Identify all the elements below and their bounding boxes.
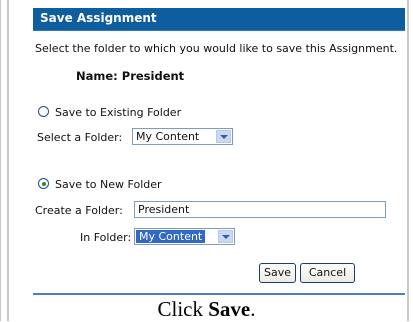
select-folder-value: My Content	[136, 130, 200, 143]
save-to-existing-radio[interactable]	[38, 106, 49, 117]
instruction-caption: Click Save.	[0, 297, 413, 322]
select-folder-label: Select a Folder:	[37, 131, 123, 144]
assignment-name: Name: President	[76, 69, 185, 83]
in-folder-label: In Folder:	[80, 231, 132, 244]
left-frame-inner	[7, 0, 9, 321]
save-to-new-label[interactable]: Save to New Folder	[55, 178, 162, 191]
caption-suffix: .	[250, 297, 256, 321]
caption-bold: Save	[208, 297, 251, 321]
in-folder-dropdown[interactable]: My Content	[134, 228, 235, 245]
chevron-down-icon[interactable]	[216, 130, 231, 143]
dialog-titlebar: Save Assignment	[33, 8, 405, 31]
cancel-button[interactable]: Cancel	[300, 263, 355, 283]
left-frame-outer	[0, 0, 1, 321]
caption-prefix: Click	[157, 297, 209, 321]
select-folder-dropdown[interactable]: My Content	[132, 128, 233, 145]
create-folder-label: Create a Folder:	[35, 204, 123, 217]
dialog-title: Save Assignment	[40, 11, 157, 25]
save-to-new-radio[interactable]	[38, 178, 49, 189]
instruction-text: Select the folder to which you would lik…	[35, 42, 398, 55]
in-folder-value: My Content	[136, 230, 206, 243]
dialog-bottom-rule	[33, 293, 405, 295]
save-button[interactable]: Save	[259, 263, 296, 283]
save-to-existing-label[interactable]: Save to Existing Folder	[55, 106, 181, 119]
chevron-down-icon[interactable]	[218, 230, 233, 243]
right-frame	[407, 0, 409, 321]
create-folder-input[interactable]: President	[134, 201, 386, 218]
